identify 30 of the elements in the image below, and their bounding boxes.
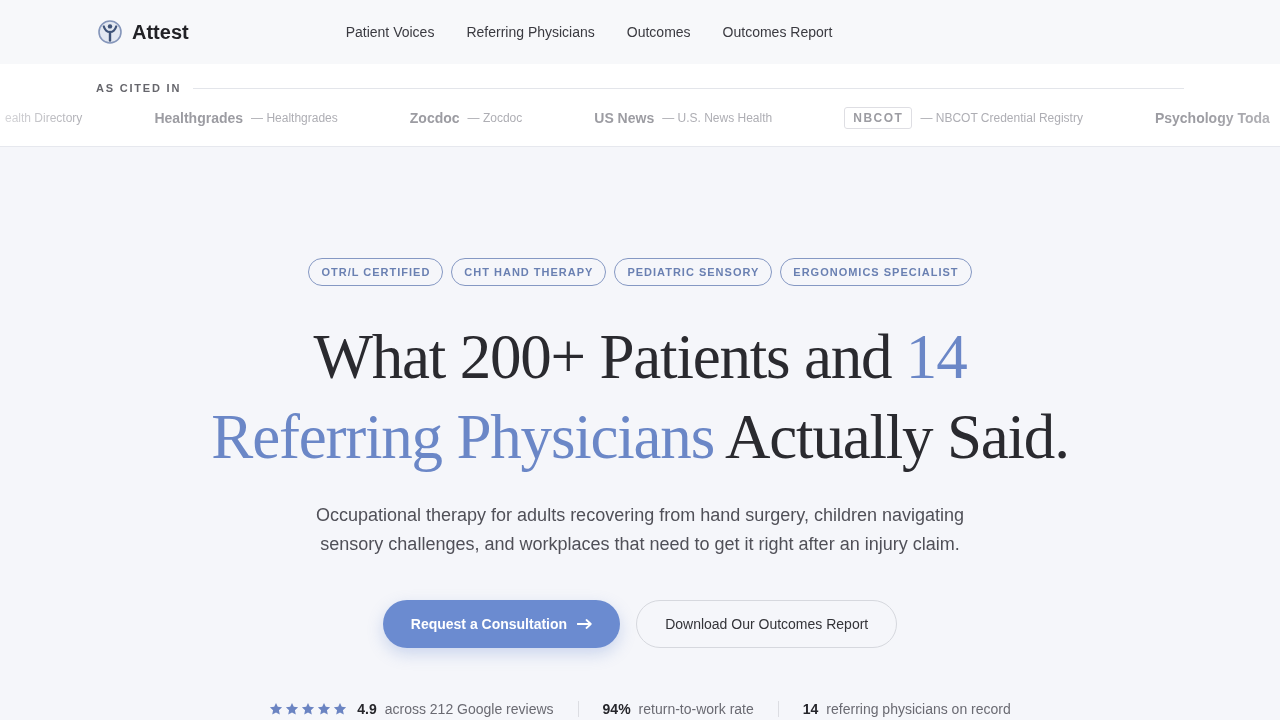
source-caption: — NBCOT Credential Registry (920, 111, 1083, 125)
source-caption: — Zocdoc (467, 111, 523, 125)
source-name: US News (594, 110, 655, 126)
source-name: Psychology Toda (1154, 110, 1270, 126)
star-icon (269, 702, 284, 716)
source-caption: — U.S. News Health (662, 111, 773, 125)
nav-link[interactable]: Patient Voices (345, 24, 435, 40)
source-name: Healthgrades (154, 110, 244, 126)
nav-link[interactable]: Outcomes Report (722, 24, 833, 40)
star-icon (317, 702, 332, 716)
stat-value: 94% (602, 701, 631, 717)
star-icon (301, 702, 316, 716)
stat-value: 4.9 (357, 701, 377, 717)
source-name: Zocdoc (409, 110, 460, 126)
stat-label: return-to-work rate (638, 701, 754, 717)
source-caption: — Healthgrades (251, 111, 338, 125)
stat-label: across 212 Google reviews (384, 701, 554, 717)
star-icon (285, 702, 300, 716)
hero-headline: What 200+ Patients and 14 Referring Physicians Actually Said. (210, 321, 1070, 474)
star-icon (333, 702, 348, 716)
arrow-right-icon (577, 619, 593, 629)
nav-link[interactable]: Outcomes (626, 24, 691, 40)
hero-subtitle: Occupational therapy for adults recovering from hand surgery, children navigating sensory challenges, and workplaces that need to get it right after an injury claim. (315, 504, 965, 556)
stat-label: referring physicians on record (826, 701, 1011, 717)
nav-link[interactable]: Referring Physicians (466, 24, 595, 40)
source-badge: NBCOT (844, 107, 913, 129)
logo-icon (98, 20, 122, 44)
section-label: AS CITED IN (96, 82, 182, 94)
stat-value: 14 (802, 701, 819, 717)
brand-name: Attest (132, 20, 189, 44)
